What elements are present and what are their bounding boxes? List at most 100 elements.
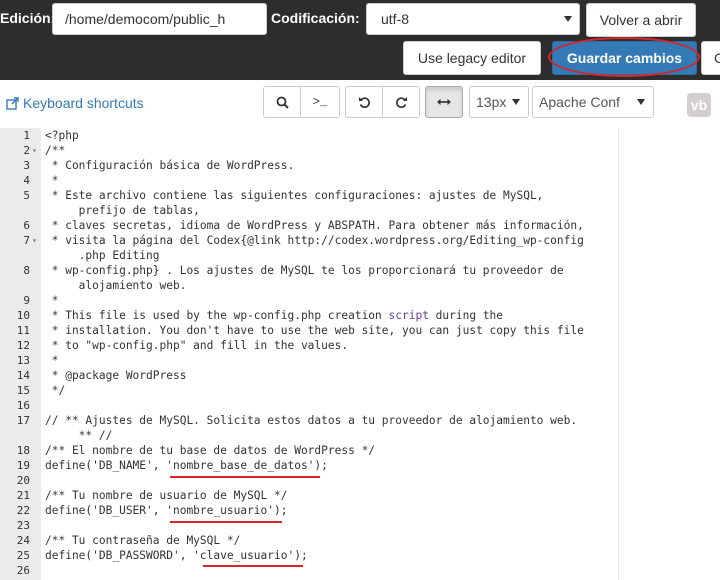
code-line[interactable]: 17 // ** Ajustes de MySQL. Solicita estos…	[0, 413, 720, 428]
line-number: 6	[23, 219, 30, 232]
code-line[interactable]: 10 * This file is used by the wp-config.…	[0, 308, 720, 323]
code-line[interactable]: 2 ▾ /**	[0, 143, 720, 158]
word-wrap-toggle[interactable]	[425, 86, 463, 118]
code-token: /** Tu nombre de usuario de MySQL */	[45, 489, 288, 502]
code-text: define('DB_NAME', 'nombre_base_de_datos'…	[45, 458, 328, 473]
code-line[interactable]: ** //	[0, 428, 720, 443]
code-line[interactable]: 19 define('DB_NAME', 'nombre_base_de_dato…	[0, 458, 720, 473]
redo-button[interactable]	[382, 86, 420, 118]
code-line[interactable]: 9 *	[0, 293, 720, 308]
code-line[interactable]: 26	[0, 563, 720, 578]
search-icon	[276, 96, 289, 109]
code-line[interactable]: 25 define('DB_PASSWORD', 'clave_usuario')…	[0, 548, 720, 563]
path-label: Edición:	[0, 10, 56, 26]
undo-button[interactable]	[345, 86, 383, 118]
line-number: 12	[16, 339, 30, 352]
line-number: 22	[16, 504, 30, 517]
encoding-select[interactable]: utf-8	[366, 3, 580, 35]
syntax-mode-select[interactable]: Apache Conf	[532, 86, 654, 118]
code-text: define('DB_PASSWORD', 'clave_usuario');	[45, 548, 308, 563]
code-token: * to "wp-config.php" and fill in the val…	[45, 339, 349, 352]
code-keyword: script	[388, 309, 429, 322]
line-number: 20	[16, 474, 30, 487]
code-token: * visita la página del Codex{@link http:…	[45, 234, 584, 247]
encoding-value: utf-8	[381, 11, 410, 27]
code-line[interactable]: alojamiento web.	[0, 278, 720, 293]
code-token: <?php	[45, 129, 79, 142]
db-name-underline-annotation	[170, 476, 320, 478]
code-text: define('DB_USER', 'nombre_usuario');	[45, 503, 287, 518]
code-line[interactable]: 22 define('DB_USER', 'nombre_usuario');	[0, 503, 720, 518]
code-line[interactable]: .php Editing	[0, 248, 720, 263]
line-number: 25	[16, 549, 30, 562]
code-line[interactable]: 14 * @package WordPress	[0, 368, 720, 383]
code-line[interactable]: 20	[0, 473, 720, 488]
code-line[interactable]: 12 * to "wp-config.php" and fill in the …	[0, 338, 720, 353]
code-line[interactable]: 18 /** El nombre de tu base de datos de W…	[0, 443, 720, 458]
syntax-mode-value: Apache Conf	[539, 94, 620, 110]
code-text: /** Tu contraseña de MySQL */	[45, 533, 240, 548]
file-path-input[interactable]: /home/democom/public_h	[52, 3, 267, 35]
code-line[interactable]: 16	[0, 398, 720, 413]
code-text: *	[45, 293, 59, 308]
code-content[interactable]: 1 <?php 2 ▾/** 3 * Configuración básica de W…	[0, 128, 720, 578]
code-line[interactable]: 15 */	[0, 383, 720, 398]
chevron-down-icon	[564, 16, 572, 22]
code-line[interactable]: 7 ▾ * visita la página del Codex{@link ht…	[0, 233, 720, 248]
code-line[interactable]: 11 * installation. You don't have to use…	[0, 323, 720, 338]
goto-line-button[interactable]: >_	[300, 86, 340, 118]
code-token: *	[45, 294, 59, 307]
code-line[interactable]: 1 <?php	[0, 128, 720, 143]
code-token: prefijo de tablas,	[45, 204, 200, 217]
code-token: /**	[45, 144, 66, 157]
line-number: 8	[23, 264, 30, 277]
code-line[interactable]: prefijo de tablas,	[0, 203, 720, 218]
code-line[interactable]: 3 * Configuración básica de WordPress.	[0, 158, 720, 173]
chevron-down-icon	[512, 99, 520, 105]
code-line[interactable]: 4 *	[0, 173, 720, 188]
legacy-editor-button[interactable]: Use legacy editor	[403, 41, 541, 75]
code-token: alojamiento web.	[45, 279, 187, 292]
code-text: /** El nombre de tu base de datos de Wor…	[45, 443, 375, 458]
vb-logo-icon: vb	[687, 93, 711, 117]
line-number: 10	[16, 309, 30, 322]
code-line[interactable]: 13 *	[0, 353, 720, 368]
close-button[interactable]: C	[701, 41, 720, 75]
code-text: *	[45, 353, 59, 368]
code-token: *	[45, 174, 59, 187]
code-text: /** Tu nombre de usuario de MySQL */	[45, 488, 287, 503]
search-button[interactable]	[263, 86, 301, 118]
code-token: *	[45, 354, 59, 367]
code-token: during the	[428, 309, 504, 322]
code-text: * claves secretas, idioma de WordPress y…	[45, 218, 584, 233]
line-number: 9	[23, 294, 30, 307]
line-number: 7	[23, 234, 30, 247]
line-number: 18	[16, 444, 30, 457]
code-token: * installation. You don't have to use th…	[45, 324, 584, 337]
code-text: * wp-config.php} . Los ajustes de MySQL …	[45, 263, 564, 278]
keyboard-shortcuts-link[interactable]: Keyboard shortcuts	[6, 95, 144, 111]
code-line[interactable]: 8 * wp-config.php} . Los ajustes de MySQ…	[0, 263, 720, 278]
code-line[interactable]: 21 /** Tu nombre de usuario de MySQL */	[0, 488, 720, 503]
code-line[interactable]: 24 /** Tu contraseña de MySQL */	[0, 533, 720, 548]
fold-arrow-icon[interactable]: ▾	[32, 233, 37, 248]
code-line[interactable]: 5 * Este archivo contiene las siguientes…	[0, 188, 720, 203]
code-token: // ** Ajustes de MySQL. Solicita estos d…	[45, 414, 578, 427]
line-number: 3	[23, 159, 30, 172]
code-text: /**	[45, 143, 65, 158]
code-text: .php Editing	[45, 248, 160, 263]
code-line[interactable]: 6 * claves secretas, idioma de WordPress…	[0, 218, 720, 233]
save-changes-button[interactable]: Guardar cambios	[552, 41, 697, 75]
code-text: prefijo de tablas,	[45, 203, 200, 218]
line-number: 19	[16, 459, 30, 472]
db-password-underline-annotation	[203, 565, 303, 567]
reopen-button[interactable]: Volver a abrir	[586, 3, 696, 37]
code-token: define('DB_USER', 'nombre_usuario');	[45, 504, 288, 517]
line-number: 16	[16, 399, 30, 412]
code-text: * installation. You don't have to use th…	[45, 323, 584, 338]
code-editor[interactable]: 1 <?php 2 ▾/** 3 * Configuración básica de W…	[0, 128, 720, 580]
fold-arrow-icon[interactable]: ▾	[32, 143, 37, 158]
code-token: ** //	[45, 429, 113, 442]
code-line[interactable]: 23	[0, 518, 720, 533]
font-size-select[interactable]: 13px	[469, 86, 529, 118]
